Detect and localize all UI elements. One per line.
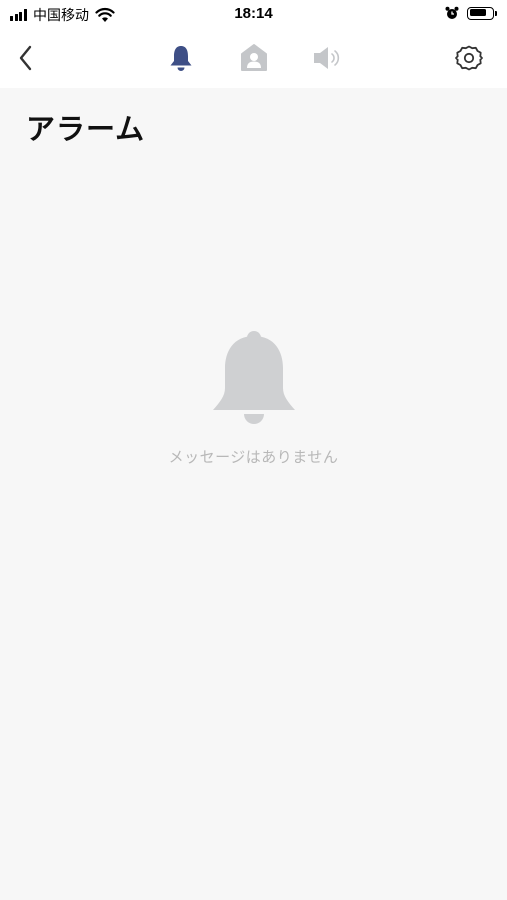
nav-bar [0,30,507,88]
tab-speaker[interactable] [308,39,346,77]
alarm-clock-icon [445,6,459,19]
empty-message: メッセージはありません [168,448,339,466]
battery-level [469,9,487,16]
status-time: 18:14 [234,5,273,22]
tab-visitor[interactable] [235,39,273,77]
status-bar: 中国移动 18:14 [0,0,507,30]
status-right [445,6,497,20]
gear-icon [455,45,483,71]
tab-alarm[interactable] [162,39,200,77]
chevron-left-icon [19,45,32,71]
empty-state: メッセージはありません [0,330,507,467]
battery-tip [495,10,497,16]
back-button[interactable] [8,40,44,76]
bell-icon [212,331,295,424]
page-title: アラーム [26,112,146,146]
screen: 中国移动 18:14 アラーム メッセージはありません [0,0,507,900]
battery-icon [467,6,494,20]
person-icon [241,44,267,71]
bell-icon [170,46,192,71]
settings-button[interactable] [450,39,488,77]
speaker-icon [314,47,340,69]
